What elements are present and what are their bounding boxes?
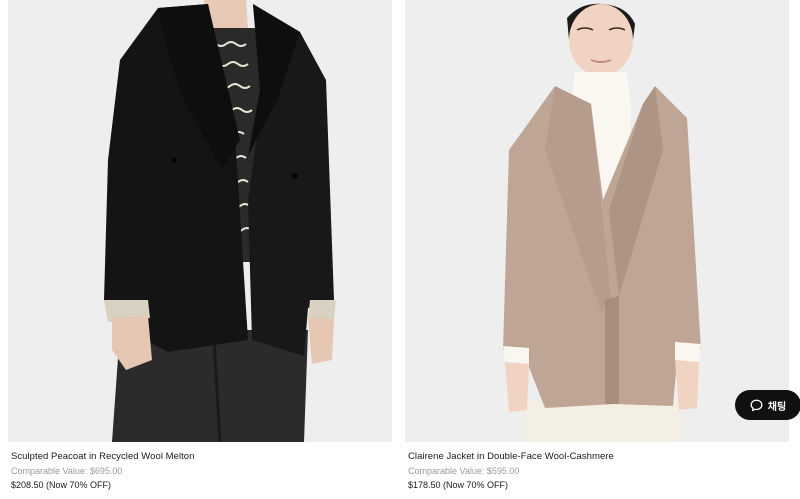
product-card[interactable]: Clairene Jacket in Double-Face Wool-Cash… (405, 0, 789, 492)
sale-price: $208.50 (Now 70% OFF) (11, 480, 112, 490)
chat-button[interactable]: 채팅 (735, 390, 800, 420)
comparable-value: Comparable Value: $595.00 (408, 466, 520, 476)
product-card[interactable]: Sculpted Peacoat in Recycled Wool Melton… (8, 0, 392, 492)
product-grid: Sculpted Peacoat in Recycled Wool Melton… (0, 0, 800, 499)
product-image-camel-jacket[interactable] (405, 0, 789, 442)
product-name[interactable]: Sculpted Peacoat in Recycled Wool Melton (11, 450, 392, 464)
product-info: Sculpted Peacoat in Recycled Wool Melton… (8, 442, 392, 492)
product-info: Clairene Jacket in Double-Face Wool-Cash… (405, 442, 789, 492)
comparable-value: Comparable Value: $695.00 (11, 466, 123, 476)
chat-bubble-icon (750, 399, 763, 411)
chat-label: 채팅 (767, 401, 787, 413)
product-name[interactable]: Clairene Jacket in Double-Face Wool-Cash… (408, 450, 789, 464)
sale-price: $178.50 (Now 70% OFF) (408, 480, 509, 490)
product-image-black-peacoat[interactable] (8, 0, 392, 442)
